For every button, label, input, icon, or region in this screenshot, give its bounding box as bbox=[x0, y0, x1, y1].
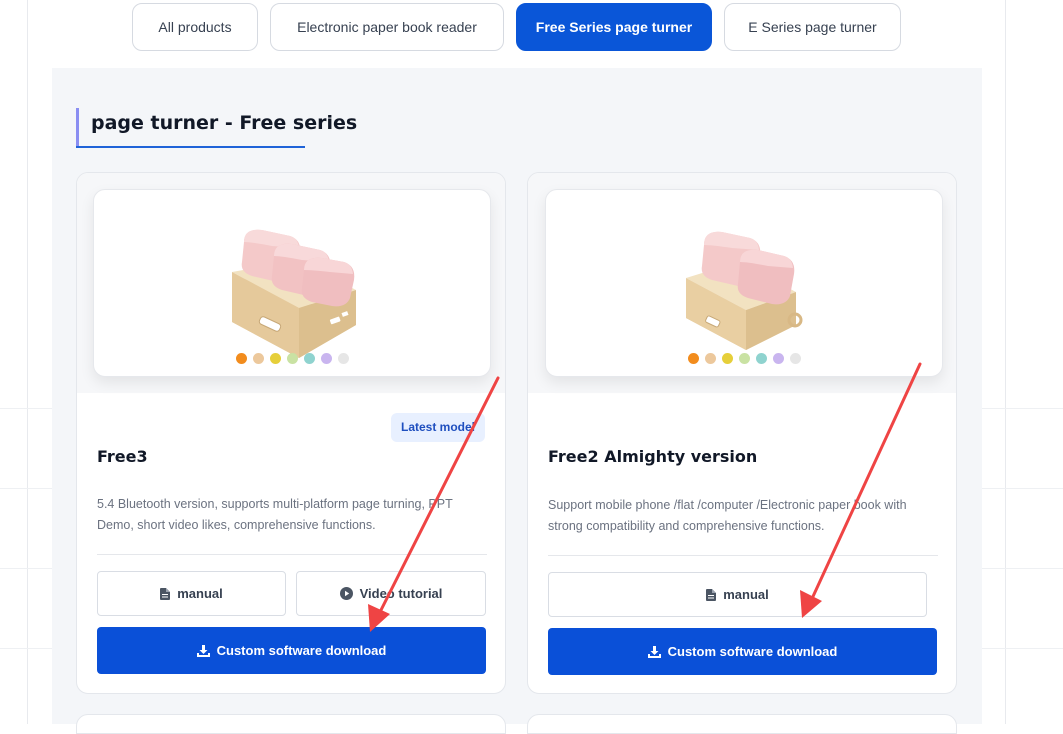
product-image[interactable] bbox=[546, 190, 942, 376]
page-border-right bbox=[1005, 0, 1006, 724]
video-tutorial-label: Video tutorial bbox=[359, 586, 443, 601]
color-dot[interactable] bbox=[252, 353, 264, 364]
color-dot[interactable] bbox=[687, 353, 699, 364]
manual-button[interactable]: manual bbox=[97, 571, 286, 616]
tab-electronic-paper-book-reader[interactable]: Electronic paper book reader bbox=[270, 3, 504, 51]
color-dot[interactable] bbox=[337, 353, 349, 364]
product-card-partial bbox=[527, 714, 957, 734]
tab-free-series-page-turner[interactable]: Free Series page turner bbox=[516, 3, 712, 51]
download-label: Custom software download bbox=[216, 643, 387, 658]
product-image-frame bbox=[545, 189, 943, 377]
color-dot[interactable] bbox=[789, 353, 801, 364]
color-dot[interactable] bbox=[235, 353, 247, 364]
play-circle-icon bbox=[339, 587, 353, 600]
card-image-area bbox=[77, 173, 505, 393]
video-tutorial-button[interactable]: Video tutorial bbox=[296, 571, 486, 616]
color-selector bbox=[546, 353, 942, 364]
color-dot[interactable] bbox=[269, 353, 281, 364]
manual-button[interactable]: manual bbox=[548, 572, 927, 617]
product-description: 5.4 Bluetooth version, supports multi-pl… bbox=[97, 497, 453, 532]
category-tabs: All products Electronic paper book reade… bbox=[0, 3, 1063, 53]
color-dot[interactable] bbox=[772, 353, 784, 364]
color-dot[interactable] bbox=[738, 353, 750, 364]
product-name: Free2 Almighty version bbox=[548, 447, 758, 466]
custom-software-download-button[interactable]: Custom software download bbox=[548, 628, 937, 675]
product-image-frame bbox=[93, 189, 491, 377]
custom-software-download-button[interactable]: Custom software download bbox=[97, 627, 486, 674]
color-dot[interactable] bbox=[320, 353, 332, 364]
tab-all-products[interactable]: All products bbox=[132, 3, 258, 51]
color-selector bbox=[94, 353, 490, 364]
section-title: page turner - Free series bbox=[76, 108, 357, 146]
page-border-left bbox=[27, 0, 28, 724]
product-card-free2: Free2 Almighty version Support mobile ph… bbox=[527, 172, 957, 694]
document-icon bbox=[706, 588, 717, 601]
card-image-area bbox=[528, 173, 956, 393]
tab-e-series-page-turner[interactable]: E Series page turner bbox=[724, 3, 901, 51]
product-card-free3: Latest model Free3 5.4 Bluetooth version… bbox=[76, 172, 506, 694]
card-divider bbox=[548, 555, 938, 556]
download-label: Custom software download bbox=[667, 644, 838, 659]
section-underline bbox=[76, 146, 305, 148]
color-dot[interactable] bbox=[755, 353, 767, 364]
color-dot[interactable] bbox=[286, 353, 298, 364]
document-icon bbox=[160, 587, 171, 600]
download-icon bbox=[196, 644, 210, 657]
color-dot[interactable] bbox=[704, 353, 716, 364]
manual-label: manual bbox=[723, 587, 769, 602]
product-description: Support mobile phone /flat /computer /El… bbox=[548, 498, 907, 533]
manual-label: manual bbox=[177, 586, 223, 601]
product-image[interactable] bbox=[94, 190, 490, 376]
color-dot[interactable] bbox=[721, 353, 733, 364]
color-dot[interactable] bbox=[303, 353, 315, 364]
download-icon bbox=[647, 645, 661, 658]
latest-model-badge: Latest model bbox=[390, 413, 485, 442]
product-name: Free3 bbox=[97, 447, 148, 466]
product-card-partial bbox=[76, 714, 506, 734]
card-divider bbox=[97, 554, 487, 555]
